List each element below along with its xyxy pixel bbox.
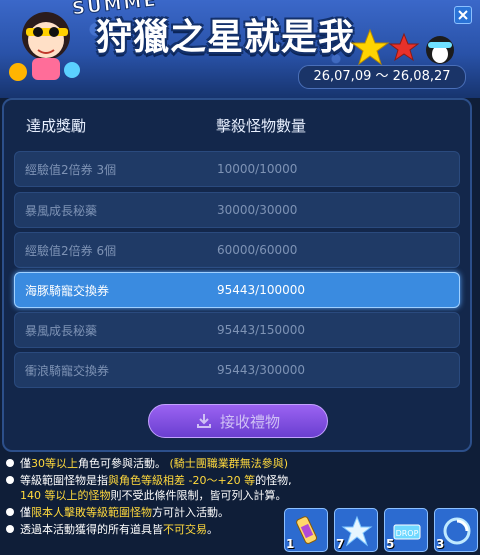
bullet-icon [6, 476, 14, 484]
reward-row[interactable]: 衝浪騎寵交換券 95443/300000 [14, 352, 460, 388]
kill-progress: 95443/100000 [217, 283, 306, 297]
reward-row[interactable]: 經驗值2倍券 3個 10000/10000 [14, 151, 460, 187]
drop-icon: DROP [393, 524, 421, 540]
kill-progress: 95443/300000 [217, 363, 306, 377]
ice-shard-icon [341, 515, 373, 547]
event-title: 狩獵之星就是我 [96, 17, 356, 58]
quickslot-1[interactable]: 1 [284, 508, 328, 552]
claim-gift-button[interactable]: 接收禮物 [148, 404, 328, 438]
kill-progress: 95443/150000 [217, 323, 306, 337]
close-button[interactable] [454, 6, 472, 24]
bullet-icon [6, 508, 14, 516]
kill-count-column-header: 擊殺怪物數量 [216, 117, 307, 135]
reward-row[interactable]: 經驗值2倍券 6個 60000/60000 [14, 232, 460, 268]
reward-row[interactable]: 暴風成長秘藥 30000/30000 [14, 192, 460, 228]
quickslot-3[interactable]: 3 [434, 508, 478, 552]
potion-scroll-icon [296, 516, 318, 544]
spiral-icon [443, 517, 471, 545]
reward-name: 海豚騎寵交換券 [25, 283, 110, 298]
close-icon [458, 10, 468, 20]
event-notes: 僅30等以上角色可參與活動。 (騎士團職業群無法參與) 等級範圍怪物是指與角色等… [6, 456, 296, 539]
reward-row-selected[interactable]: 海豚騎寵交換券 95443/100000 [14, 272, 460, 308]
event-date-range: 26,07,09 ～ 26,08,27 [298, 65, 466, 89]
reward-name: 暴風成長秘藥 [25, 323, 98, 338]
quickslot-7[interactable]: 7 [334, 508, 378, 552]
star-mascots [348, 28, 460, 68]
quickslot-5[interactable]: DROP 5 [384, 508, 428, 552]
note-item: 僅限本人擊敗等級範圍怪物方可計入活動。 [6, 505, 296, 520]
svg-text:DROP: DROP [396, 529, 419, 538]
reward-column-header: 達成獎勵 [26, 117, 87, 135]
note-item: 僅30等以上角色可參與活動。 (騎士團職業群無法參與) [6, 456, 296, 471]
kill-progress: 10000/10000 [217, 162, 298, 176]
note-item: 等級範圍怪物是指與角色等級相差 -20～+20 等的怪物, 140 等以上的怪物則… [6, 473, 296, 503]
quickslot-bar: 1 7 DROP 5 3 [284, 508, 478, 552]
reward-name: 衝浪騎寵交換券 [25, 363, 110, 378]
kill-progress: 60000/60000 [217, 243, 298, 257]
reward-name: 經驗值2倍券 3個 [25, 162, 117, 177]
kill-progress: 30000/30000 [217, 203, 298, 217]
event-banner: SUMME 狩獵之星就是我 26,07,09 ～ 26,08,27 [0, 0, 480, 98]
reward-row[interactable]: 暴風成長秘藥 95443/150000 [14, 312, 460, 348]
download-icon [196, 414, 211, 428]
bullet-icon [6, 459, 14, 467]
reward-name: 暴風成長秘藥 [25, 203, 98, 218]
claim-gift-label: 接收禮物 [219, 412, 280, 431]
note-item: 透過本活動獲得的所有道具皆不可交易。 [6, 522, 296, 537]
bullet-icon [6, 525, 14, 533]
reward-name: 經驗值2倍券 6個 [25, 243, 117, 258]
